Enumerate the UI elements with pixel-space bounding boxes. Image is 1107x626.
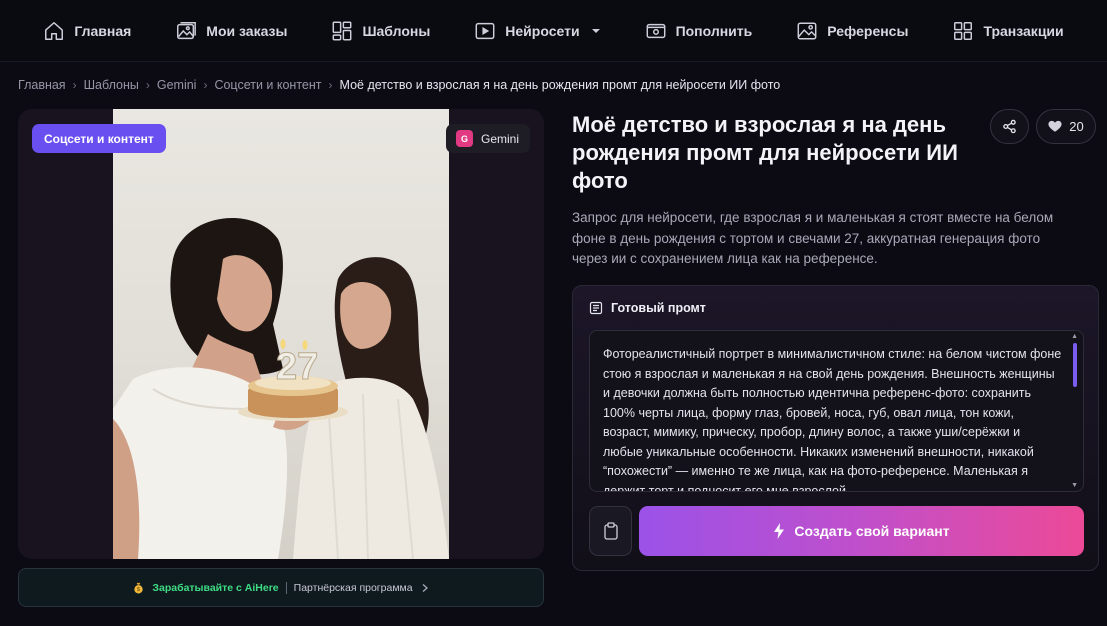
nav-item-label: Транзакции (983, 22, 1064, 39)
scroll-down-arrow[interactable]: ▼ (1071, 482, 1078, 489)
nav-item-label: Референсы (827, 22, 909, 39)
affiliate-divider (285, 581, 287, 594)
category-badge[interactable]: Соцсети и контент (32, 124, 166, 153)
breadcrumb-separator: › (203, 78, 208, 92)
home-icon (45, 21, 64, 40)
cake-candles-number: 27 (276, 346, 318, 388)
breadcrumb-home[interactable]: Главная (18, 78, 66, 92)
money-bag-icon: $ (134, 582, 144, 594)
create-variant-button[interactable]: Создать свой вариант (639, 506, 1084, 556)
image-gallery-icon (177, 21, 197, 39)
model-badge-label: Gemini (480, 131, 519, 146)
prompt-header: Готовый промт (589, 301, 706, 315)
prompt-text: Фотореалистичный портрет в минималистичн… (603, 347, 1062, 492)
scrollbar-thumb[interactable] (1073, 343, 1077, 387)
copy-prompt-button[interactable] (589, 506, 632, 556)
birthday-photo-illustration: 27 (113, 217, 449, 559)
nav-item-label: Главная (74, 22, 132, 39)
templates-grid-icon (333, 21, 352, 40)
nav-item-templates[interactable]: Шаблоны (309, 0, 452, 62)
document-icon (589, 301, 603, 315)
gemini-icon: G (455, 130, 473, 147)
breadcrumb-templates[interactable]: Шаблоны (84, 78, 139, 92)
breadcrumb-social-content[interactable]: Соцсети и контент (214, 78, 321, 92)
heart-icon (1048, 120, 1062, 132)
share-button[interactable] (990, 109, 1029, 144)
top-navigation: Главная Мои заказы Шаблоны Нейросети Поп… (0, 0, 1107, 62)
template-image-card: 27 Соцсети и контент G Gemini (18, 109, 544, 559)
wallet-icon (646, 23, 666, 38)
affiliate-program-label: Партнёрская программа (293, 581, 413, 594)
nav-item-my-orders[interactable]: Мои заказы (153, 0, 309, 62)
template-photo: 27 (113, 109, 449, 559)
nav-item-top-up[interactable]: Пополнить (623, 0, 775, 62)
scroll-up-arrow[interactable]: ▲ (1071, 333, 1078, 340)
prompt-header-label: Готовый промт (611, 301, 706, 315)
like-button[interactable]: 20 (1036, 109, 1096, 144)
breadcrumb-separator: › (145, 78, 150, 92)
share-icon (1003, 119, 1016, 134)
page-title: Моё детство и взрослая я на день рождени… (572, 112, 958, 193)
chevron-down-icon (591, 28, 600, 33)
model-badge: G Gemini (445, 124, 530, 153)
create-variant-label: Создать свой вариант (794, 523, 950, 539)
breadcrumb-separator: › (72, 78, 77, 92)
clipboard-icon (603, 522, 618, 540)
breadcrumb-gemini[interactable]: Gemini (157, 78, 197, 92)
nav-item-references[interactable]: Референсы (774, 0, 930, 62)
picture-icon (797, 21, 817, 40)
prompt-textarea[interactable]: Фотореалистичный портрет в минималистичн… (589, 330, 1084, 492)
nav-item-home[interactable]: Главная (21, 0, 153, 62)
affiliate-program-banner[interactable]: $ Зарабатывайте с AiHere Партнёрская про… (18, 568, 544, 607)
breadcrumb-current: Моё детство и взрослая я на день рождени… (339, 78, 781, 92)
breadcrumb: Главная › Шаблоны › Gemini › Соцсети и к… (18, 77, 780, 93)
chevron-right-icon (422, 583, 428, 592)
play-window-icon (475, 22, 495, 39)
nav-item-label: Пополнить (675, 22, 753, 39)
nav-item-label: Шаблоны (362, 22, 431, 39)
nav-item-neural-networks[interactable]: Нейросети (452, 0, 622, 62)
affiliate-earn-label: Зарабатывайте с AiHere (152, 581, 279, 594)
nav-item-label: Нейросети (505, 22, 580, 39)
nav-item-label: Мои заказы (206, 22, 288, 39)
breadcrumb-separator: › (328, 78, 333, 92)
grid-icon (954, 21, 973, 40)
template-description: Запрос для нейросети, где взрослая я и м… (572, 210, 1054, 266)
like-count: 20 (1069, 119, 1084, 134)
nav-item-transactions[interactable]: Транзакции (930, 0, 1085, 62)
ready-prompt-card: Готовый промт Фотореалистичный портрет в… (572, 285, 1099, 571)
lightning-icon (774, 523, 785, 539)
